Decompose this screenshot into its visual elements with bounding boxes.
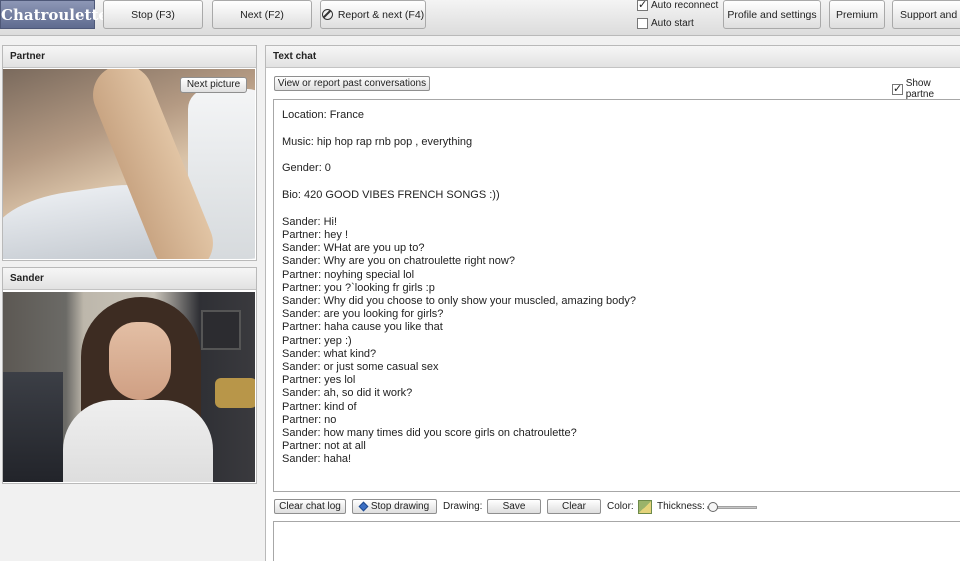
video-face	[109, 322, 171, 400]
chat-message: Sander: are you looking for girls?	[282, 308, 444, 321]
clear-chat-log-button[interactable]: Clear chat log	[274, 499, 346, 514]
drawing-label: Drawing:	[443, 501, 483, 512]
partner-video	[3, 69, 255, 259]
chat-message: Sander: what kind?	[282, 347, 377, 360]
past-conversations-button[interactable]: View or report past conversations	[274, 76, 430, 91]
stop-drawing-button[interactable]: Stop drawing	[352, 499, 437, 514]
thickness-slider-handle[interactable]	[708, 502, 718, 512]
info-location: Location: France	[282, 109, 364, 121]
thickness-label: Thickness:	[657, 501, 705, 512]
chat-message: Partner: noyhing special lol	[282, 268, 415, 281]
chat-message: Partner: haha cause you like that	[282, 321, 443, 334]
premium-button[interactable]: Premium	[829, 0, 885, 29]
app-logo[interactable]: Chatroulette	[0, 0, 108, 29]
stop-button[interactable]: Stop (F3)	[103, 0, 203, 29]
auto-reconnect-checkbox[interactable]	[637, 0, 648, 11]
top-bar: Chatroulette Stop (F3) Next (F2) Report …	[0, 0, 960, 36]
partner-panel-title: Partner	[3, 46, 256, 68]
support-button[interactable]: Support and o	[892, 0, 960, 29]
chat-log[interactable]: Location: France Music: hip hop rap rnb …	[273, 99, 960, 492]
info-gender: Gender: 0	[282, 162, 331, 175]
chat-message: Partner: yes lol	[282, 374, 356, 387]
video-lamp	[215, 378, 255, 408]
chat-message: Partner: you ?`looking fr girls :p	[282, 281, 435, 294]
auto-reconnect-label: Auto reconnect	[651, 0, 719, 11]
profile-settings-button[interactable]: Profile and settings	[723, 0, 821, 29]
chat-message: Sander: or just some casual sex	[282, 361, 439, 374]
color-picker-icon[interactable]	[638, 500, 652, 514]
support-label: Support and o	[900, 8, 960, 21]
ban-icon	[321, 9, 333, 20]
video-kitchen	[3, 372, 63, 482]
next-button[interactable]: Next (F2)	[212, 0, 312, 29]
auto-reconnect-option[interactable]: Auto reconnect	[637, 0, 718, 11]
next-picture-button[interactable]: Next picture	[180, 77, 247, 93]
chat-message: Sander: Why did you choose to only show …	[282, 295, 637, 308]
chat-message: Sander: Why are you on chatroulette righ…	[282, 255, 515, 268]
chat-message: Sander: how many times did you score gir…	[282, 427, 577, 440]
clear-drawing-button[interactable]: Clear	[547, 499, 601, 514]
show-partner-checkbox[interactable]	[892, 82, 903, 95]
chat-message: Partner: no	[282, 413, 337, 426]
auto-start-checkbox[interactable]	[637, 18, 648, 29]
chat-message-input[interactable]	[273, 521, 960, 561]
save-drawing-button[interactable]: Save	[487, 499, 541, 514]
chat-message: Partner: not at all	[282, 440, 366, 453]
chat-message: Partner: kind of	[282, 400, 357, 413]
stop-button-label: Stop (F3)	[131, 8, 175, 21]
chat-message: Sander: Hi!	[282, 215, 338, 228]
chat-message: Sander: haha!	[282, 453, 352, 466]
stop-drawing-label: Stop drawing	[370, 501, 430, 512]
chat-message: Sander: ah, so did it work?	[282, 387, 413, 400]
chat-message: Partner: yep :)	[282, 334, 352, 347]
show-partner-label: Show partne	[905, 78, 935, 100]
self-panel-title: Sander	[3, 268, 256, 290]
report-next-label: Report & next (F4)	[337, 8, 425, 21]
text-chat-title: Text chat	[266, 46, 960, 68]
color-label: Color:	[607, 501, 634, 512]
report-next-button[interactable]: Report & next (F4)	[320, 0, 426, 29]
info-bio: Bio: 420 GOOD VIBES FRENCH SONGS :))	[282, 189, 500, 202]
chat-message: Partner: hey !	[282, 229, 349, 242]
video-poster	[201, 310, 241, 350]
premium-label: Premium	[835, 8, 878, 21]
next-button-label: Next (F2)	[240, 8, 284, 21]
draw-icon	[358, 501, 369, 512]
show-partner-option[interactable]: Show partne	[892, 78, 960, 100]
auto-start-option[interactable]: Auto start	[637, 18, 694, 29]
self-video	[3, 292, 255, 482]
chat-message: Sander: WHat are you up to?	[282, 242, 425, 255]
profile-settings-label: Profile and settings	[727, 8, 817, 21]
auto-start-label: Auto start	[651, 18, 694, 29]
info-music: Music: hip hop rap rnb pop , everything	[282, 135, 473, 148]
video-shirt	[63, 400, 213, 482]
